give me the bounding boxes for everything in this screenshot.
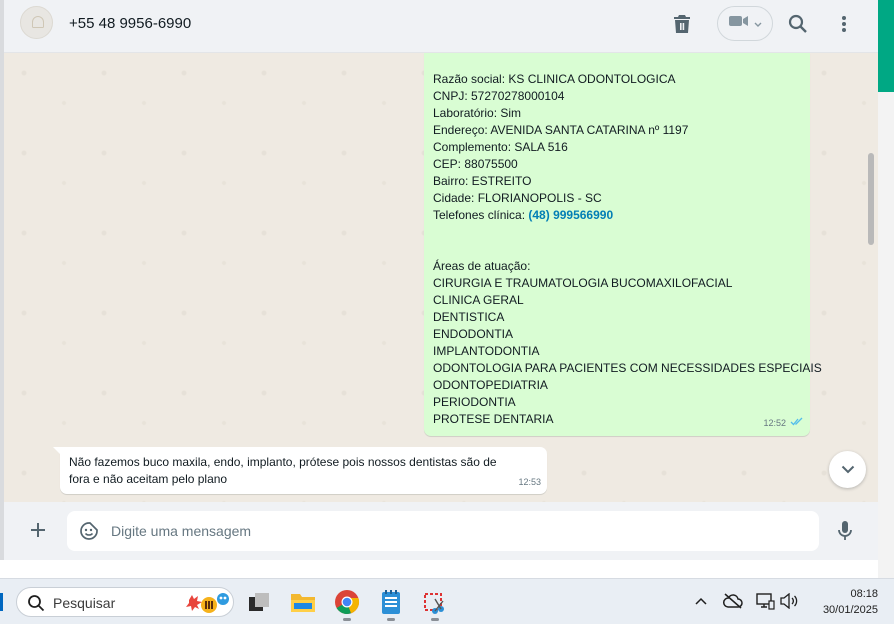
area-item: CIRURGIA E TRAUMATOLOGIA BUCOMAXILOFACIA…	[433, 276, 733, 290]
message-input-container	[67, 511, 819, 551]
taskbar: Pesquisar 08:18 30/01/2025	[0, 578, 894, 624]
microphone-icon[interactable]	[834, 519, 856, 543]
chevron-down-icon	[754, 15, 762, 33]
phone-link[interactable]: (48) 999566990	[528, 208, 613, 222]
taskbar-search[interactable]: Pesquisar	[16, 587, 234, 617]
taskbar-search-placeholder: Pesquisar	[53, 595, 116, 611]
chat-area[interactable]: Razão social: KS CLINICA ODONTOLOGICA CN…	[4, 53, 878, 502]
video-call-button[interactable]	[717, 6, 773, 41]
area-item: ODONTOPEDIATRIA	[433, 378, 548, 392]
area-item: ENDODONTIA	[433, 327, 514, 341]
message-line: Laboratório: Sim	[433, 106, 522, 120]
message-line: fora e não aceitam pelo plano	[69, 472, 228, 486]
active-indicator	[431, 618, 439, 621]
message-line: Complemento: SALA 516	[433, 140, 568, 154]
taskbar-clock[interactable]: 08:18 30/01/2025	[808, 586, 878, 618]
snipping-tool-icon[interactable]	[421, 588, 449, 621]
message-line: Não fazemos buco maxila, endo, implanto,…	[69, 455, 497, 469]
menu-dots-icon[interactable]	[832, 12, 856, 36]
message-line: CEP: 88075500	[433, 157, 518, 171]
message-input[interactable]	[111, 519, 801, 543]
area-item: IMPLANTODONTIA	[433, 344, 540, 358]
chevron-up-icon[interactable]	[691, 591, 711, 611]
clock-date: 30/01/2025	[822, 604, 878, 616]
window-bottom-gap	[0, 560, 878, 578]
message-line: Bairro: ESTREITO	[433, 174, 532, 188]
area-item: DENTISTICA	[433, 310, 505, 324]
active-indicator	[343, 618, 351, 621]
message-line: Endereço: AVENIDA SANTA CATARINA nº 1197	[433, 123, 689, 137]
double-check-read-icon	[790, 415, 804, 432]
task-view-icon[interactable]	[245, 588, 273, 616]
area-item: PERIODONTIA	[433, 395, 516, 409]
notepad-icon[interactable]	[377, 588, 405, 621]
whatsapp-window: +55 48 9956-6990 Razão social: KS CLINIC…	[0, 0, 878, 560]
message-line: CNPJ: 57270278000104	[433, 89, 565, 103]
network-icon[interactable]	[755, 591, 775, 611]
chevron-down-icon	[841, 461, 855, 479]
message-incoming[interactable]: Não fazemos buco maxila, endo, implanto,…	[53, 447, 547, 494]
message-line: Razão social: KS CLINICA ODONTOLOGICA	[433, 72, 676, 86]
search-highlight-icon	[185, 590, 231, 616]
chat-scrollbar[interactable]	[868, 153, 874, 245]
accent-bar	[878, 0, 894, 92]
phone-label: Telefones clínica:	[433, 208, 529, 222]
contact-name[interactable]: +55 48 9956-6990	[69, 15, 191, 32]
avatar[interactable]	[20, 6, 53, 39]
composer-bar	[4, 502, 878, 560]
chat-header: +55 48 9956-6990	[4, 0, 878, 53]
area-item: ODONTOLOGIA PARA PACIENTES COM NECESSIDA…	[433, 361, 822, 375]
chrome-icon[interactable]	[333, 588, 361, 621]
active-indicator	[387, 618, 395, 621]
search-icon	[27, 594, 45, 612]
message-outgoing[interactable]: Razão social: KS CLINICA ODONTOLOGICA CN…	[424, 53, 822, 436]
attach-plus-icon[interactable]	[26, 518, 50, 542]
volume-icon[interactable]	[779, 591, 799, 611]
message-line-phone: Telefones clínica: (48) 999566990	[433, 207, 810, 224]
message-meta: 12:52	[763, 415, 804, 432]
file-explorer-icon[interactable]	[289, 588, 317, 616]
scroll-down-button[interactable]	[829, 451, 866, 488]
area-item: PROTESE DENTARIA	[433, 412, 554, 426]
area-item: CLINICA GERAL	[433, 293, 524, 307]
areas-title: Áreas de atuação:	[433, 259, 531, 273]
message-time: 12:53	[518, 477, 541, 487]
trash-icon[interactable]	[670, 12, 694, 36]
start-edge[interactable]	[0, 593, 3, 611]
clock-time: 08:18	[850, 588, 878, 600]
search-icon[interactable]	[786, 12, 810, 36]
video-camera-icon	[728, 14, 750, 33]
message-time: 12:52	[763, 418, 786, 428]
window-right-strip	[878, 0, 894, 578]
message-line: Cidade: FLORIANOPOLIS - SC	[433, 191, 602, 205]
cloud-offline-icon[interactable]	[723, 591, 743, 611]
sticker-icon[interactable]	[79, 521, 99, 541]
